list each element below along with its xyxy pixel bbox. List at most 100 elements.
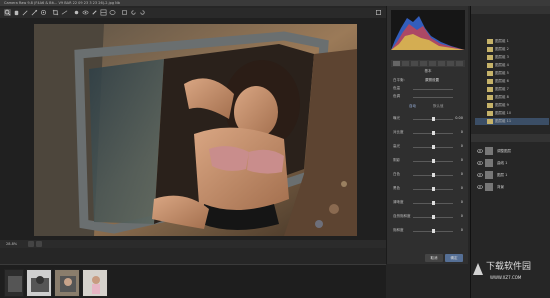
adjustment-brush-icon[interactable] bbox=[91, 9, 98, 16]
ps-folder-label: 图层组 11 bbox=[495, 119, 512, 123]
ps-folder-item[interactable]: 图层组 7 bbox=[475, 86, 549, 93]
zoom-out-button[interactable] bbox=[28, 241, 34, 247]
targeted-adjust-icon[interactable] bbox=[40, 9, 47, 16]
slider-handle[interactable] bbox=[431, 117, 435, 121]
straighten-icon[interactable] bbox=[61, 9, 68, 16]
white-balance-icon[interactable] bbox=[22, 9, 29, 16]
eye-icon[interactable] bbox=[477, 172, 483, 178]
tint-row: 色调 bbox=[391, 92, 465, 100]
slider-handle[interactable] bbox=[431, 159, 435, 163]
ps-folder-label: 图层组 1 bbox=[495, 39, 509, 43]
rotate-ccw-icon[interactable] bbox=[130, 9, 137, 16]
eye-icon[interactable] bbox=[477, 184, 483, 190]
ps-folder-item[interactable]: 图层组 4 bbox=[475, 62, 549, 69]
slider-value[interactable]: 0 bbox=[461, 170, 463, 178]
ps-folder-label: 图层组 3 bbox=[495, 55, 509, 59]
filmstrip bbox=[0, 264, 386, 298]
folder-icon bbox=[487, 55, 493, 60]
ps-folder-item[interactable]: 图层组 3 bbox=[475, 54, 549, 61]
zoom-icon[interactable] bbox=[4, 9, 11, 16]
slider-value[interactable]: 0 bbox=[461, 184, 463, 192]
fullscreen-icon[interactable] bbox=[375, 9, 382, 16]
tab-presets[interactable] bbox=[456, 61, 463, 66]
ps-folder-item[interactable]: 图层组 8 bbox=[475, 94, 549, 101]
white-balance-select[interactable]: 原照设置 bbox=[425, 76, 439, 84]
crop-icon[interactable] bbox=[52, 9, 59, 16]
layer-thumbnail bbox=[485, 159, 493, 167]
eye-icon[interactable] bbox=[477, 148, 483, 154]
ps-folder-label: 图层组 5 bbox=[495, 71, 509, 75]
ps-folder-label: 图层组 7 bbox=[495, 87, 509, 91]
zoom-level[interactable]: 28.8% bbox=[6, 240, 17, 248]
tab-tone-curve[interactable] bbox=[402, 61, 409, 66]
photo-illustration bbox=[34, 24, 357, 236]
ps-folder-label: 图层组 4 bbox=[495, 63, 509, 67]
tab-hsl[interactable] bbox=[420, 61, 427, 66]
zoom-in-button[interactable] bbox=[36, 241, 42, 247]
filmstrip-thumbnail[interactable] bbox=[82, 269, 108, 297]
slider-handle[interactable] bbox=[431, 229, 435, 233]
layer-name: 调整图层 bbox=[497, 149, 511, 153]
default-link[interactable]: 默认值 bbox=[433, 102, 444, 110]
filmstrip-thumbnail[interactable] bbox=[4, 269, 24, 297]
slider-value[interactable]: 0 bbox=[461, 128, 463, 136]
ps-folder-item[interactable]: 图层组 9 bbox=[475, 102, 549, 109]
ps-folder-label: 图层组 2 bbox=[495, 47, 509, 51]
slider-value[interactable]: 0.00 bbox=[455, 114, 463, 122]
folder-icon bbox=[487, 39, 493, 44]
filmstrip-thumbnail[interactable] bbox=[26, 269, 52, 297]
ps-folder-label: 图层组 8 bbox=[495, 95, 509, 99]
slider-handle[interactable] bbox=[431, 131, 435, 135]
slider-value[interactable]: 0 bbox=[461, 212, 463, 220]
slider-row: 饱和度 0 bbox=[391, 226, 465, 234]
rotate-cw-icon[interactable] bbox=[139, 9, 146, 16]
slider-label: 曝光 bbox=[393, 116, 400, 120]
tab-split-toning[interactable] bbox=[429, 61, 436, 66]
tool-bar bbox=[0, 8, 386, 18]
folder-icon bbox=[487, 63, 493, 68]
tint-track[interactable] bbox=[413, 97, 453, 98]
ps-folder-item[interactable]: 图层组 11 bbox=[475, 118, 549, 125]
slider-handle[interactable] bbox=[431, 201, 435, 205]
layer-row[interactable]: 曲线 1 bbox=[475, 158, 549, 168]
ps-folder-item[interactable]: 图层组 6 bbox=[475, 78, 549, 85]
tab-lens[interactable] bbox=[438, 61, 445, 66]
slider-handle[interactable] bbox=[431, 215, 435, 219]
graduated-filter-icon[interactable] bbox=[100, 9, 107, 16]
filmstrip-thumbnail[interactable] bbox=[54, 269, 80, 297]
hand-icon[interactable] bbox=[13, 9, 20, 16]
ok-button[interactable]: 确定 bbox=[445, 254, 463, 262]
auto-link[interactable]: 自动 bbox=[409, 102, 416, 110]
preferences-icon[interactable] bbox=[121, 9, 128, 16]
tab-detail[interactable] bbox=[411, 61, 418, 66]
slider-label: 清晰度 bbox=[393, 200, 404, 204]
tint-label: 色调 bbox=[393, 94, 400, 98]
ps-folder-item[interactable]: 图层组 10 bbox=[475, 110, 549, 117]
slider-row: 对比度 0 bbox=[391, 128, 465, 136]
eye-icon[interactable] bbox=[477, 160, 483, 166]
histogram bbox=[391, 10, 465, 50]
slider-handle[interactable] bbox=[431, 187, 435, 191]
layer-row[interactable]: 图层 1 bbox=[475, 170, 549, 180]
ps-folder-item[interactable]: 图层组 5 bbox=[475, 70, 549, 77]
red-eye-icon[interactable] bbox=[82, 9, 89, 16]
layer-row[interactable]: 背景 bbox=[475, 182, 549, 192]
slider-handle[interactable] bbox=[431, 173, 435, 177]
slider-handle[interactable] bbox=[431, 145, 435, 149]
slider-label: 黑色 bbox=[393, 186, 400, 190]
slider-value[interactable]: 0 bbox=[461, 198, 463, 206]
slider-value[interactable]: 0 bbox=[461, 226, 463, 234]
tab-effects[interactable] bbox=[447, 61, 454, 66]
image-preview-area[interactable] bbox=[0, 18, 386, 240]
cancel-button[interactable]: 取消 bbox=[425, 254, 443, 262]
ps-folder-item[interactable]: 图层组 2 bbox=[475, 46, 549, 53]
tab-basic[interactable] bbox=[393, 61, 400, 66]
temperature-track[interactable] bbox=[413, 89, 453, 90]
slider-value[interactable]: 0 bbox=[461, 142, 463, 150]
slider-value[interactable]: 0 bbox=[461, 156, 463, 164]
spot-removal-icon[interactable] bbox=[73, 9, 80, 16]
ps-folder-item[interactable]: 图层组 1 bbox=[475, 38, 549, 45]
layer-row[interactable]: 调整图层 bbox=[475, 146, 549, 156]
radial-filter-icon[interactable] bbox=[109, 9, 116, 16]
color-sampler-icon[interactable] bbox=[31, 9, 38, 16]
